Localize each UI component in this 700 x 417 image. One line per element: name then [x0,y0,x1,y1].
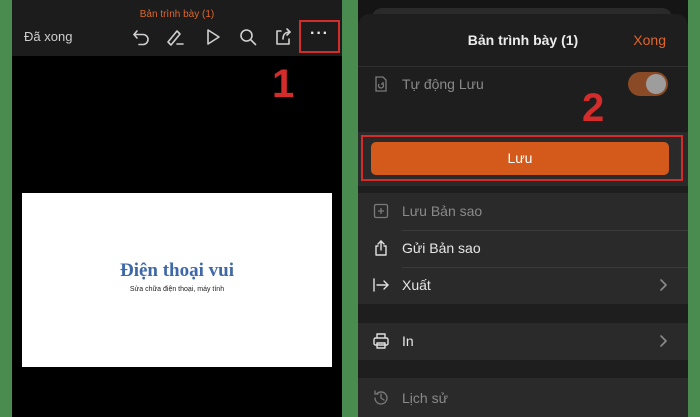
export-icon [372,276,390,294]
sheet-done-button[interactable]: Xong [633,32,666,48]
slide-thumbnail[interactable]: Điện thoại vui Sửa chữa điện thoại, máy … [22,193,332,367]
history-label: Lịch sử [402,390,448,406]
done-button[interactable]: Đã xong [24,29,72,44]
share-icon [372,239,390,257]
slide-title: Điện thoại vui [119,260,235,281]
search-icon[interactable] [237,26,259,48]
more-options-highlight: ··· [299,20,340,53]
document-title: Bản trình bày (1) [139,9,215,20]
send-copy-label: Gửi Bản sao [402,240,481,256]
share-icon[interactable] [272,26,294,48]
file-menu-screen: Bản trình bày (1) Xong Tự động Lưu 2 Lưu… [358,0,688,417]
print-group: In [358,323,688,360]
save-copy-row[interactable]: Lưu Bản sao [358,193,688,230]
history-group: Lịch sử [358,378,688,417]
save-copy-label: Lưu Bản sao [402,203,483,219]
chevron-right-icon [658,334,668,348]
printer-icon [372,332,390,350]
autosave-doc-icon [372,75,390,93]
send-copy-row[interactable]: Gửi Bản sao [358,230,688,267]
copy-export-group: Lưu Bản sao Gửi Bản sao Xuất [358,193,688,304]
autosave-label: Tự động Lưu [402,76,484,92]
export-row[interactable]: Xuất [358,267,688,304]
editor-screen: Bản trình bày (1) Đã xong ··· 1 Điện tho… [12,0,342,417]
undo-icon[interactable] [130,26,152,48]
toggle-knob [646,74,666,94]
more-options-button[interactable]: ··· [301,22,338,51]
step-number-2: 2 [582,86,605,130]
editor-toolbar: Bản trình bày (1) Đã xong ··· [12,0,342,56]
history-row[interactable]: Lịch sử [358,380,688,417]
play-icon[interactable] [202,26,224,48]
slide-subtitle: Sửa chữa điện thoại, máy tính [129,286,225,293]
print-row[interactable]: In [358,323,688,360]
history-clock-icon [372,389,390,407]
plus-square-icon [372,202,390,220]
step-number-1: 1 [272,62,295,106]
chevron-right-icon [658,278,668,292]
draw-icon[interactable] [164,26,186,48]
autosave-toggle[interactable] [628,72,668,96]
print-label: In [402,333,414,349]
save-button[interactable]: Lưu [371,142,669,175]
export-label: Xuất [402,277,431,293]
